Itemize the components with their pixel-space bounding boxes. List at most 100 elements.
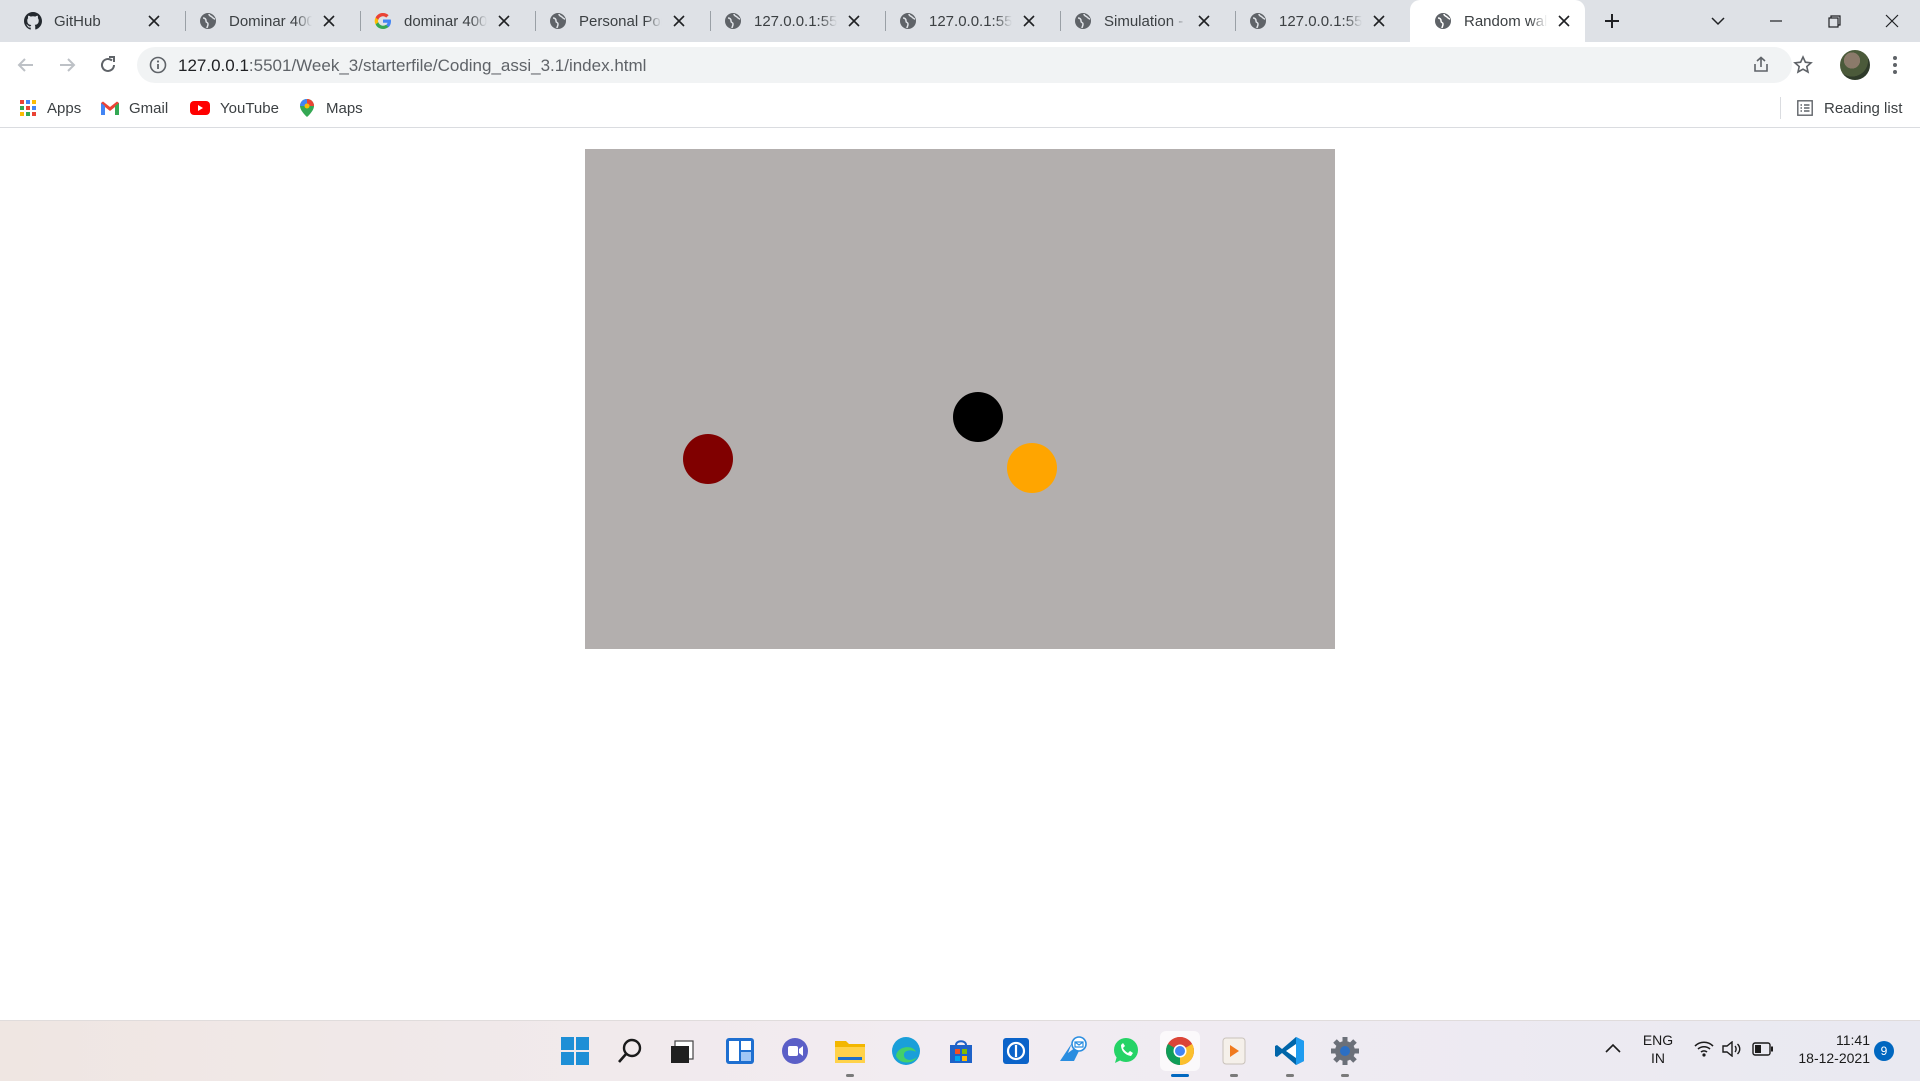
tab-dominar[interactable]: Dominar 400 - [175,0,350,42]
tab-google-search[interactable]: dominar 400 - [350,0,525,42]
widgets-icon[interactable] [720,1031,760,1071]
maps-pin-icon [298,99,316,117]
tab-personal-portfolio[interactable]: Personal Portfo [525,0,700,42]
running-indicator [1230,1074,1238,1077]
tab-title: Dominar 400 - [229,12,312,30]
teams-chat-icon[interactable] [775,1031,815,1071]
tab-simulation[interactable]: Simulation - Si [1050,0,1225,42]
close-icon[interactable] [320,12,338,30]
bookmark-label: YouTube [220,99,279,117]
info-icon[interactable] [149,56,167,74]
tab-localhost-3[interactable]: 127.0.0.1:5501 [1225,0,1400,42]
globe-icon [199,12,217,30]
chevron-down-icon [1711,17,1725,26]
browser-toolbar: 127.0.0.1:5501/Week_3/starterfile/Coding… [0,42,1920,88]
google-icon [374,12,392,30]
tab-github[interactable]: GitHub [0,0,175,42]
globe-icon [724,12,742,30]
close-icon[interactable] [1555,12,1573,30]
edge-icon[interactable] [886,1031,926,1071]
tab-random-walk[interactable]: Random walk [1410,0,1585,42]
bookmark-star-icon[interactable] [1793,55,1813,75]
plus-icon [1605,14,1619,28]
url-host: 127.0.0.1 [178,56,249,75]
tab-localhost-2[interactable]: 127.0.0.1:5501 [875,0,1050,42]
windows-taskbar: ENG IN 11:41 18-12-2021 [0,1020,1920,1081]
app-icon[interactable] [996,1031,1036,1071]
reading-list-button[interactable]: Reading list [1796,97,1902,119]
restore-icon [1827,14,1841,28]
profile-avatar[interactable] [1840,50,1870,80]
media-player-icon[interactable] [1214,1031,1254,1077]
restore-button[interactable] [1806,0,1862,42]
globe-icon [1074,12,1092,30]
orange-ball [1007,443,1057,493]
wifi-icon[interactable] [1694,1041,1714,1062]
close-icon[interactable] [1020,12,1038,30]
close-icon[interactable] [1195,12,1213,30]
bookmark-label: Maps [326,99,363,117]
reading-list-icon [1796,99,1814,117]
forward-button[interactable] [51,49,83,81]
store-icon[interactable] [941,1031,981,1071]
language-code: ENG [1642,1032,1674,1048]
start-icon[interactable] [555,1031,595,1071]
bookmark-label: Reading list [1824,99,1903,117]
search-icon[interactable] [610,1031,650,1071]
running-indicator [1286,1074,1294,1077]
running-indicator [1341,1074,1349,1077]
url-path: :5501/Week_3/starterfile/Coding_assi_3.1… [248,56,647,75]
black-ball [953,392,1003,442]
clock[interactable]: 11:41 18-12-2021 [1790,1031,1870,1067]
mail-icon[interactable] [1052,1031,1092,1071]
globe-icon [1249,12,1267,30]
back-button[interactable] [10,49,42,81]
chevron-up-icon[interactable] [1604,1041,1624,1061]
notification-badge[interactable]: 9 [1874,1041,1894,1061]
running-indicator [846,1074,854,1077]
bookmark-apps[interactable]: Apps [19,97,81,119]
bookmark-gmail[interactable]: Gmail [101,97,168,119]
address-bar[interactable]: 127.0.0.1:5501/Week_3/starterfile/Coding… [137,47,1792,83]
close-icon[interactable] [845,12,863,30]
tab-title: Random walk [1464,12,1547,30]
battery-icon[interactable] [1752,1042,1774,1061]
tab-title: 127.0.0.1:5501 [1279,12,1362,30]
url-text[interactable]: 127.0.0.1:5501/Week_3/starterfile/Coding… [178,56,646,76]
vscode-icon[interactable] [1270,1031,1310,1077]
menu-button[interactable] [1880,50,1910,80]
apps-grid-icon [19,99,37,117]
kebab-menu-icon [1893,56,1897,74]
close-icon[interactable] [670,12,688,30]
input-language-indicator[interactable]: ENG IN [1640,1031,1676,1067]
whatsapp-icon[interactable] [1106,1031,1146,1071]
tab-title: 127.0.0.1:5501 [929,12,1012,30]
file-explorer-icon[interactable] [830,1031,870,1077]
minimize-icon [1770,20,1782,22]
globe-icon [899,12,917,30]
bookmark-maps[interactable]: Maps [298,97,363,119]
bookmark-youtube[interactable]: YouTube [190,97,279,119]
bookmark-label: Gmail [129,99,169,117]
tab-localhost-1[interactable]: 127.0.0.1:5501 [700,0,875,42]
new-tab-button[interactable] [1597,6,1627,36]
bookmarks-divider [1780,97,1781,119]
close-icon[interactable] [1370,12,1388,30]
reload-button[interactable] [92,49,124,81]
close-icon[interactable] [145,12,163,30]
reload-icon [101,56,115,72]
clock-date: 18-12-2021 [1798,1050,1870,1066]
arrow-left-icon [17,58,33,72]
share-icon[interactable] [1751,55,1771,75]
minimize-button[interactable] [1748,0,1804,42]
red-ball [683,434,733,484]
close-window-button[interactable] [1864,0,1920,42]
close-icon[interactable] [495,12,513,30]
bookmark-label: Apps [47,99,82,117]
tab-search-button[interactable] [1690,0,1746,42]
volume-icon[interactable] [1722,1040,1742,1062]
task-view-icon[interactable] [663,1031,703,1071]
gmail-icon [101,99,119,117]
settings-icon[interactable] [1325,1031,1365,1077]
chrome-icon[interactable] [1160,1031,1200,1077]
